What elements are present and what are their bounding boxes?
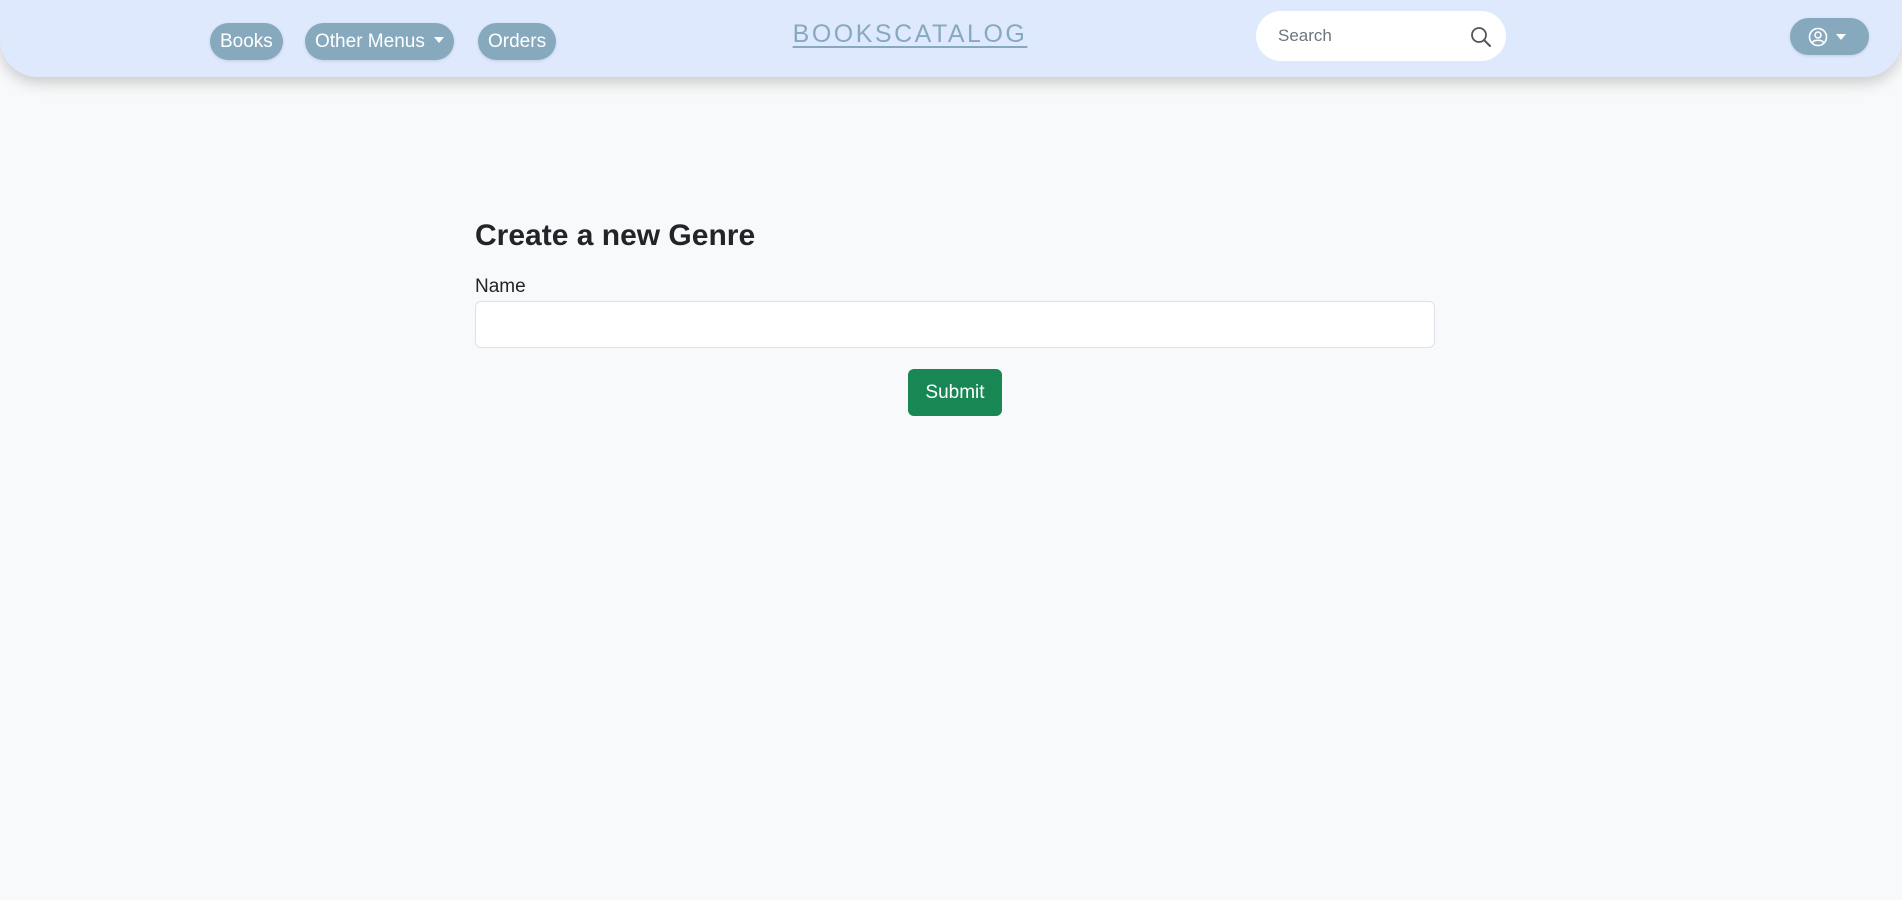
search-icon[interactable]: [1470, 26, 1492, 48]
top-navbar: Books Other Menus Orders BOOKSCATALOG: [0, 0, 1902, 77]
search-form: [1256, 11, 1506, 61]
submit-button[interactable]: Submit: [908, 369, 1002, 416]
search-input[interactable]: [1276, 19, 1456, 53]
chevron-down-icon: [1836, 34, 1846, 40]
page-title: Create a new Genre: [475, 219, 756, 252]
user-circle-icon: [1808, 27, 1828, 47]
name-input[interactable]: [475, 301, 1435, 348]
brand-link[interactable]: BOOKSCATALOG: [0, 20, 1820, 49]
create-genre-form: Create a new Genre Name Submit: [475, 210, 1435, 416]
user-menu-button[interactable]: [1790, 18, 1869, 55]
name-field-label: Name: [475, 276, 526, 297]
